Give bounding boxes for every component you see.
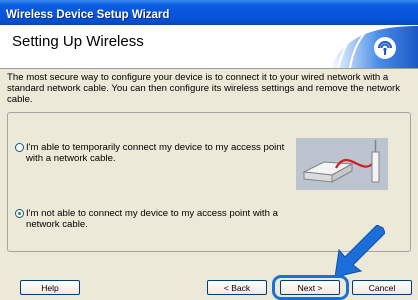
- option-label: I'm able to temporarily connect my devic…: [26, 142, 285, 164]
- wireless-signal-icon: [323, 26, 418, 68]
- option-label: I'm not able to connect my device to my …: [26, 208, 278, 230]
- printer-cable-illustration: [296, 138, 388, 190]
- wizard-header: Setting Up Wireless: [0, 25, 418, 69]
- next-button[interactable]: Next >: [280, 280, 340, 295]
- option-connect-with-cable[interactable]: I'm able to temporarily connect my devic…: [15, 142, 286, 164]
- wizard-window: Wireless Device Setup Wizard Setting Up …: [0, 0, 418, 300]
- radio-connect-with-cable[interactable]: [15, 143, 24, 152]
- wizard-description: The most secure way to configure your de…: [7, 72, 401, 105]
- cancel-button[interactable]: Cancel: [352, 280, 412, 295]
- title-bar[interactable]: Wireless Device Setup Wizard: [0, 0, 418, 25]
- help-button[interactable]: Help: [20, 280, 80, 295]
- radio-no-cable[interactable]: [15, 209, 24, 218]
- page-title: Setting Up Wireless: [12, 33, 144, 50]
- window-title: Wireless Device Setup Wizard: [6, 9, 170, 21]
- pointer-arrow-icon: [335, 225, 385, 277]
- back-button[interactable]: < Back: [207, 280, 267, 295]
- option-no-cable[interactable]: I'm not able to connect my device to my …: [15, 208, 286, 230]
